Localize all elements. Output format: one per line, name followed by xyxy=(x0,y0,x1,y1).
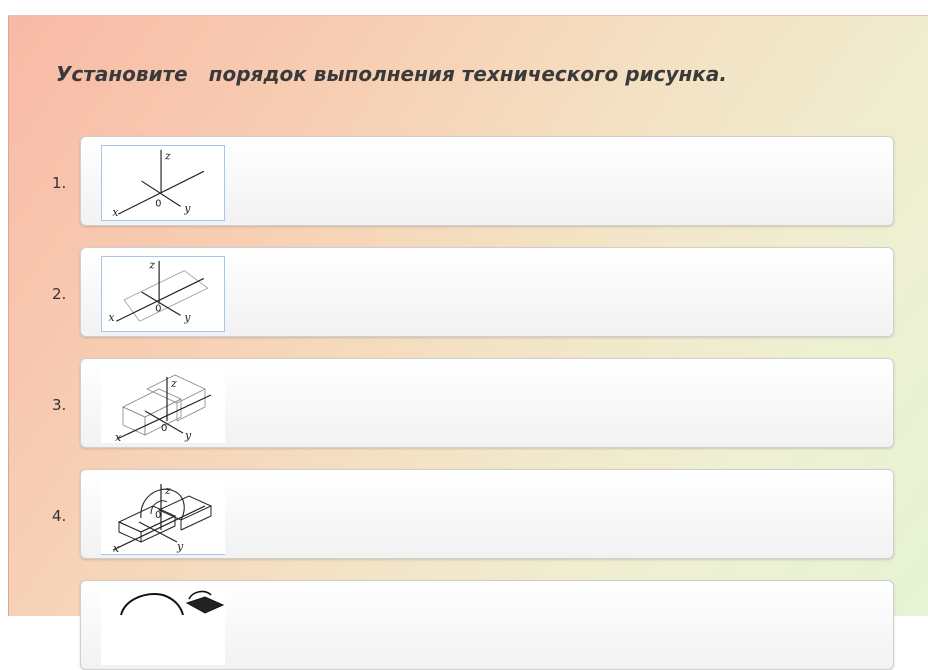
detailed-part-image: z x y 0 xyxy=(101,478,225,555)
axes-sketch-image: z x y 0 xyxy=(101,145,225,221)
order-item-1[interactable]: z x y 0 xyxy=(80,136,894,226)
axis-z-label: z xyxy=(164,150,171,163)
axis-y-label: y xyxy=(183,311,191,324)
axis-x-label: x xyxy=(113,542,120,554)
origin-label: 0 xyxy=(155,198,161,209)
axes-with-construction-lines-image: z x y 0 xyxy=(101,256,225,332)
axis-z-label: z xyxy=(170,377,177,390)
axis-z-label: z xyxy=(164,484,171,497)
order-item-5[interactable] xyxy=(80,580,894,670)
question-title: Установите порядок выполнения техническо… xyxy=(56,62,727,86)
item-number: 3. xyxy=(52,396,67,414)
axis-x-label: x xyxy=(108,311,114,324)
origin-label: 0 xyxy=(161,423,167,434)
bounding-boxes-image: z x y 0 xyxy=(101,367,225,443)
order-item-3[interactable]: z x y 0 xyxy=(80,358,894,448)
item-number: 2. xyxy=(52,285,67,303)
finished-part-image xyxy=(101,589,225,665)
axis-z-label: z xyxy=(148,259,155,272)
order-item-2[interactable]: z x y 0 xyxy=(80,247,894,337)
item-number: 4. xyxy=(52,507,67,525)
order-item-4[interactable]: z x y 0 xyxy=(80,469,894,559)
axis-y-label: y xyxy=(184,429,192,442)
origin-label: 0 xyxy=(155,304,161,315)
axis-x-label: x xyxy=(112,206,118,219)
item-number: 1. xyxy=(52,174,67,192)
axis-x-label: x xyxy=(115,431,122,443)
axis-y-label: y xyxy=(176,540,184,553)
axis-y-label: y xyxy=(183,202,191,215)
origin-label: 0 xyxy=(155,510,161,521)
